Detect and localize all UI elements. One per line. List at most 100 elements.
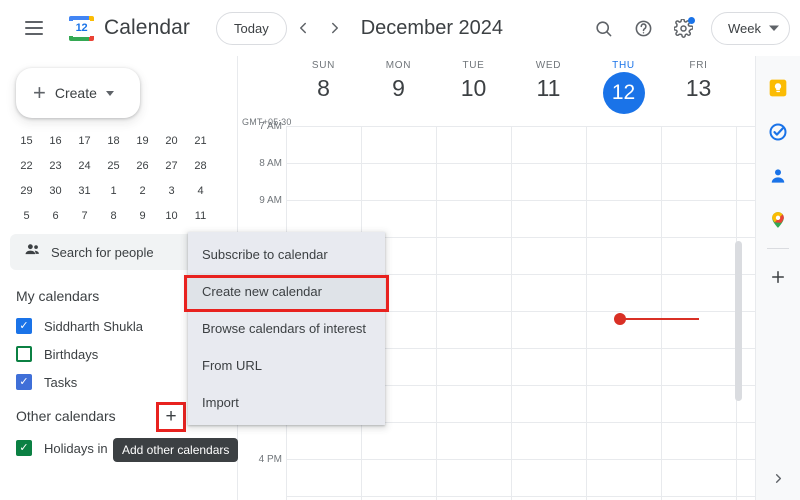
menu-item-browse-calendars-of-interest[interactable]: Browse calendars of interest bbox=[188, 310, 385, 347]
day-of-week-label: WED bbox=[535, 60, 562, 71]
grid-vertical-scrollbar[interactable] bbox=[735, 241, 742, 401]
mini-calendar-day[interactable]: 7 bbox=[70, 210, 99, 222]
current-time-line bbox=[619, 318, 699, 320]
rail-divider-line bbox=[767, 248, 789, 249]
add-app-plus-icon[interactable] bbox=[756, 255, 800, 299]
current-time-dot bbox=[614, 313, 626, 325]
calendar-item-label: Siddharth Shukla bbox=[44, 318, 144, 334]
add-other-calendars-button[interactable]: + bbox=[159, 405, 183, 429]
day-of-week-label: TUE bbox=[462, 60, 485, 71]
mini-calendar-day[interactable]: 19 bbox=[128, 135, 157, 147]
today-button[interactable]: Today bbox=[216, 11, 287, 45]
help-icon[interactable] bbox=[625, 10, 661, 46]
mini-calendar-row: 29 30 31 1 2 3 4 bbox=[12, 178, 226, 203]
mini-calendar-day[interactable]: 17 bbox=[70, 135, 99, 147]
search-icon[interactable] bbox=[585, 10, 621, 46]
mini-calendar-day[interactable]: 30 bbox=[41, 185, 70, 197]
mini-calendar-day[interactable]: 28 bbox=[186, 160, 215, 172]
mini-calendar-day[interactable]: 9 bbox=[128, 210, 157, 222]
mini-calendar-day[interactable]: 24 bbox=[70, 160, 99, 172]
time-label: 8 AM bbox=[259, 158, 282, 169]
add-other-calendars-tooltip: Add other calendars bbox=[113, 438, 239, 462]
calendar-item-label: Tasks bbox=[44, 374, 78, 390]
people-icon bbox=[24, 241, 41, 263]
calendar-item-label: Holidays in bbox=[44, 440, 108, 456]
mini-calendar-day[interactable]: 4 bbox=[186, 185, 215, 197]
mini-calendar-day[interactable]: 23 bbox=[41, 160, 70, 172]
page-title: Calendar bbox=[104, 16, 191, 39]
time-label: 9 AM bbox=[259, 195, 282, 206]
brand[interactable]: 12 Calendar bbox=[68, 15, 190, 42]
menu-item-subscribe-to-calendar[interactable]: Subscribe to calendar bbox=[188, 236, 385, 273]
mini-calendar-day[interactable]: 31 bbox=[70, 185, 99, 197]
mini-calendar-day[interactable]: 11 bbox=[186, 210, 215, 222]
mini-calendar-row: 15 16 17 18 19 20 21 bbox=[12, 128, 226, 153]
calendar-checkbox[interactable]: ✓ bbox=[16, 374, 32, 390]
maps-icon[interactable] bbox=[756, 198, 800, 242]
day-header-bar: SUN 8 MON 9 TUE 10 WED 11 THU 12 FRI 13 bbox=[238, 56, 756, 127]
view-selector-button[interactable]: Week bbox=[711, 11, 790, 45]
day-header-wed[interactable]: WED 11 bbox=[511, 60, 586, 102]
mini-calendar-row: 5 6 7 8 9 10 11 bbox=[12, 203, 226, 228]
side-panel-rail bbox=[756, 56, 800, 500]
day-header-fri[interactable]: FRI 13 bbox=[661, 60, 736, 102]
time-label: 4 PM bbox=[258, 454, 282, 465]
calendar-checkbox[interactable]: ✓ bbox=[16, 318, 32, 334]
day-of-week-label: THU bbox=[612, 60, 635, 71]
mini-calendar-day[interactable]: 25 bbox=[99, 160, 128, 172]
menu-item-from-url[interactable]: From URL bbox=[188, 347, 385, 384]
gear-icon[interactable] bbox=[665, 10, 701, 46]
create-button[interactable]: + Create bbox=[16, 68, 140, 118]
calendar-checkbox[interactable]: ✓ bbox=[16, 440, 32, 456]
day-number: 10 bbox=[460, 75, 487, 101]
tasks-icon[interactable] bbox=[756, 110, 800, 154]
chevron-right-icon[interactable] bbox=[319, 12, 351, 44]
chevron-down-icon bbox=[769, 21, 779, 36]
view-selector-label: Week bbox=[728, 20, 761, 36]
day-header-tue[interactable]: TUE 10 bbox=[436, 60, 511, 102]
mini-calendar-day[interactable]: 15 bbox=[12, 135, 41, 147]
mini-calendar-day[interactable]: 27 bbox=[157, 160, 186, 172]
mini-calendar-day[interactable]: 6 bbox=[41, 210, 70, 222]
add-calendar-menu: Subscribe to calendar Create new calenda… bbox=[188, 232, 385, 425]
day-of-week-label: FRI bbox=[689, 60, 708, 71]
day-of-week-label: SUN bbox=[311, 60, 336, 71]
create-button-label: Create bbox=[54, 85, 97, 101]
mini-calendar-day[interactable]: 22 bbox=[12, 160, 41, 172]
calendar-item-label: Birthdays bbox=[44, 346, 99, 362]
hamburger-icon[interactable] bbox=[14, 8, 54, 48]
mini-calendar-day[interactable]: 3 bbox=[157, 185, 186, 197]
mini-calendar-day[interactable]: 29 bbox=[12, 185, 41, 197]
mini-calendar-day[interactable]: 20 bbox=[157, 135, 186, 147]
mini-calendar-row: 22 23 24 25 26 27 28 bbox=[12, 153, 226, 178]
menu-item-create-new-calendar[interactable]: Create new calendar bbox=[188, 273, 385, 310]
mini-calendar-day[interactable]: 2 bbox=[128, 185, 157, 197]
day-number: 11 bbox=[536, 75, 561, 101]
day-header-mon[interactable]: MON 9 bbox=[361, 60, 436, 102]
mini-calendar-day[interactable]: 18 bbox=[99, 135, 128, 147]
mini-calendar-day[interactable]: 5 bbox=[12, 210, 41, 222]
calendar-checkbox[interactable] bbox=[16, 346, 32, 362]
keep-icon[interactable] bbox=[756, 66, 800, 110]
chevron-left-icon[interactable] bbox=[287, 12, 319, 44]
day-of-week-label: MON bbox=[385, 60, 412, 71]
expand-panel-chevron-right-icon[interactable] bbox=[756, 462, 800, 494]
mini-calendar-day[interactable]: 8 bbox=[99, 210, 128, 222]
time-label: 7 AM bbox=[259, 121, 282, 132]
settings-notification-badge bbox=[688, 17, 695, 24]
add-other-calendars-control: + bbox=[156, 402, 186, 432]
mini-calendar-day[interactable]: 10 bbox=[157, 210, 186, 222]
calendar-app: 12 Calendar Today December 2024 Week + C… bbox=[0, 0, 800, 500]
menu-item-import[interactable]: Import bbox=[188, 384, 385, 421]
current-month-label: December 2024 bbox=[360, 16, 504, 39]
day-number: 8 bbox=[317, 75, 330, 101]
mini-calendar-day[interactable]: 16 bbox=[41, 135, 70, 147]
mini-calendar-day[interactable]: 26 bbox=[128, 160, 157, 172]
mini-calendar-day[interactable]: 1 bbox=[99, 185, 128, 197]
other-calendars-title: Other calendars bbox=[16, 408, 116, 424]
day-header-thu[interactable]: THU 12 bbox=[586, 60, 661, 114]
day-header-sun[interactable]: SUN 8 bbox=[286, 60, 361, 102]
mini-calendar-day[interactable]: 21 bbox=[186, 135, 215, 147]
contacts-icon[interactable] bbox=[756, 154, 800, 198]
mini-calendar: 15 16 17 18 19 20 21 22 23 24 25 26 27 2… bbox=[0, 128, 238, 228]
